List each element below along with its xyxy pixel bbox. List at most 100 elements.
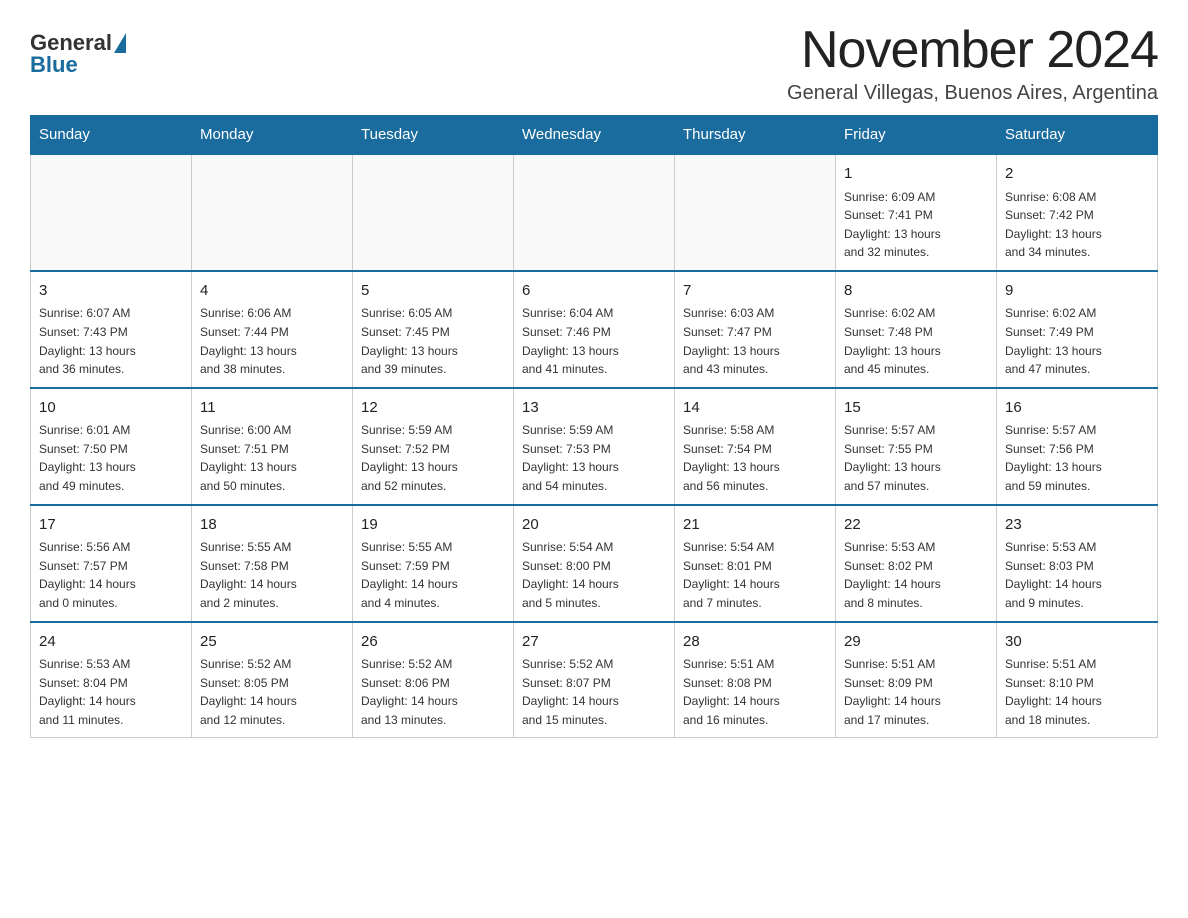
day-info: Sunrise: 5:53 AM Sunset: 8:04 PM Dayligh… (39, 655, 183, 729)
calendar-week-row: 10Sunrise: 6:01 AM Sunset: 7:50 PM Dayli… (31, 388, 1158, 505)
calendar-cell: 22Sunrise: 5:53 AM Sunset: 8:02 PM Dayli… (836, 505, 997, 622)
day-number: 19 (361, 514, 505, 537)
calendar-cell: 4Sunrise: 6:06 AM Sunset: 7:44 PM Daylig… (192, 271, 353, 388)
calendar-cell: 21Sunrise: 5:54 AM Sunset: 8:01 PM Dayli… (675, 505, 836, 622)
day-number: 3 (39, 280, 183, 303)
calendar-cell: 29Sunrise: 5:51 AM Sunset: 8:09 PM Dayli… (836, 622, 997, 738)
day-info: Sunrise: 5:53 AM Sunset: 8:02 PM Dayligh… (844, 538, 988, 612)
calendar-cell (192, 154, 353, 271)
calendar-cell: 10Sunrise: 6:01 AM Sunset: 7:50 PM Dayli… (31, 388, 192, 505)
day-number: 4 (200, 280, 344, 303)
calendar-cell: 24Sunrise: 5:53 AM Sunset: 8:04 PM Dayli… (31, 622, 192, 738)
day-info: Sunrise: 5:55 AM Sunset: 7:58 PM Dayligh… (200, 538, 344, 612)
day-info: Sunrise: 6:05 AM Sunset: 7:45 PM Dayligh… (361, 304, 505, 378)
day-number: 26 (361, 631, 505, 654)
day-number: 8 (844, 280, 988, 303)
day-info: Sunrise: 5:52 AM Sunset: 8:05 PM Dayligh… (200, 655, 344, 729)
calendar-cell: 5Sunrise: 6:05 AM Sunset: 7:45 PM Daylig… (353, 271, 514, 388)
day-number: 2 (1005, 163, 1149, 186)
calendar-cell: 15Sunrise: 5:57 AM Sunset: 7:55 PM Dayli… (836, 388, 997, 505)
day-number: 27 (522, 631, 666, 654)
day-info: Sunrise: 5:52 AM Sunset: 8:06 PM Dayligh… (361, 655, 505, 729)
day-info: Sunrise: 5:57 AM Sunset: 7:56 PM Dayligh… (1005, 421, 1149, 495)
calendar-cell: 2Sunrise: 6:08 AM Sunset: 7:42 PM Daylig… (997, 154, 1158, 271)
day-info: Sunrise: 6:03 AM Sunset: 7:47 PM Dayligh… (683, 304, 827, 378)
day-info: Sunrise: 5:58 AM Sunset: 7:54 PM Dayligh… (683, 421, 827, 495)
day-info: Sunrise: 5:53 AM Sunset: 8:03 PM Dayligh… (1005, 538, 1149, 612)
day-number: 1 (844, 163, 988, 186)
day-info: Sunrise: 5:51 AM Sunset: 8:08 PM Dayligh… (683, 655, 827, 729)
calendar-cell: 8Sunrise: 6:02 AM Sunset: 7:48 PM Daylig… (836, 271, 997, 388)
calendar-cell: 11Sunrise: 6:00 AM Sunset: 7:51 PM Dayli… (192, 388, 353, 505)
calendar-header-friday: Friday (836, 116, 997, 155)
day-number: 16 (1005, 397, 1149, 420)
calendar-week-row: 1Sunrise: 6:09 AM Sunset: 7:41 PM Daylig… (31, 154, 1158, 271)
day-number: 20 (522, 514, 666, 537)
title-block: November 2024 General Villegas, Buenos A… (787, 20, 1158, 105)
day-number: 30 (1005, 631, 1149, 654)
calendar-cell: 18Sunrise: 5:55 AM Sunset: 7:58 PM Dayli… (192, 505, 353, 622)
day-info: Sunrise: 5:52 AM Sunset: 8:07 PM Dayligh… (522, 655, 666, 729)
day-number: 23 (1005, 514, 1149, 537)
day-info: Sunrise: 5:55 AM Sunset: 7:59 PM Dayligh… (361, 538, 505, 612)
day-number: 7 (683, 280, 827, 303)
day-info: Sunrise: 6:06 AM Sunset: 7:44 PM Dayligh… (200, 304, 344, 378)
day-number: 5 (361, 280, 505, 303)
calendar-header-sunday: Sunday (31, 116, 192, 155)
calendar-cell: 27Sunrise: 5:52 AM Sunset: 8:07 PM Dayli… (514, 622, 675, 738)
day-number: 10 (39, 397, 183, 420)
calendar-cell (514, 154, 675, 271)
day-info: Sunrise: 5:57 AM Sunset: 7:55 PM Dayligh… (844, 421, 988, 495)
page-header: General Blue November 2024 General Ville… (30, 20, 1158, 105)
main-title: November 2024 (787, 20, 1158, 80)
calendar-cell: 13Sunrise: 5:59 AM Sunset: 7:53 PM Dayli… (514, 388, 675, 505)
day-number: 17 (39, 514, 183, 537)
day-number: 14 (683, 397, 827, 420)
calendar-table: SundayMondayTuesdayWednesdayThursdayFrid… (30, 115, 1158, 738)
calendar-cell: 17Sunrise: 5:56 AM Sunset: 7:57 PM Dayli… (31, 505, 192, 622)
calendar-header-thursday: Thursday (675, 116, 836, 155)
logo-triangle-icon (114, 33, 126, 53)
day-info: Sunrise: 6:00 AM Sunset: 7:51 PM Dayligh… (200, 421, 344, 495)
day-number: 24 (39, 631, 183, 654)
day-info: Sunrise: 6:08 AM Sunset: 7:42 PM Dayligh… (1005, 188, 1149, 262)
day-number: 29 (844, 631, 988, 654)
calendar-cell: 23Sunrise: 5:53 AM Sunset: 8:03 PM Dayli… (997, 505, 1158, 622)
day-info: Sunrise: 5:56 AM Sunset: 7:57 PM Dayligh… (39, 538, 183, 612)
day-info: Sunrise: 6:04 AM Sunset: 7:46 PM Dayligh… (522, 304, 666, 378)
calendar-cell: 14Sunrise: 5:58 AM Sunset: 7:54 PM Dayli… (675, 388, 836, 505)
calendar-cell: 16Sunrise: 5:57 AM Sunset: 7:56 PM Dayli… (997, 388, 1158, 505)
calendar-header-saturday: Saturday (997, 116, 1158, 155)
day-info: Sunrise: 6:02 AM Sunset: 7:48 PM Dayligh… (844, 304, 988, 378)
calendar-cell: 6Sunrise: 6:04 AM Sunset: 7:46 PM Daylig… (514, 271, 675, 388)
day-number: 22 (844, 514, 988, 537)
calendar-cell (675, 154, 836, 271)
calendar-cell: 12Sunrise: 5:59 AM Sunset: 7:52 PM Dayli… (353, 388, 514, 505)
calendar-cell: 7Sunrise: 6:03 AM Sunset: 7:47 PM Daylig… (675, 271, 836, 388)
day-number: 28 (683, 631, 827, 654)
day-info: Sunrise: 5:59 AM Sunset: 7:52 PM Dayligh… (361, 421, 505, 495)
calendar-cell: 30Sunrise: 5:51 AM Sunset: 8:10 PM Dayli… (997, 622, 1158, 738)
calendar-cell: 9Sunrise: 6:02 AM Sunset: 7:49 PM Daylig… (997, 271, 1158, 388)
day-info: Sunrise: 5:51 AM Sunset: 8:10 PM Dayligh… (1005, 655, 1149, 729)
subtitle: General Villegas, Buenos Aires, Argentin… (787, 82, 1158, 105)
day-info: Sunrise: 5:54 AM Sunset: 8:01 PM Dayligh… (683, 538, 827, 612)
calendar-cell: 19Sunrise: 5:55 AM Sunset: 7:59 PM Dayli… (353, 505, 514, 622)
calendar-header-wednesday: Wednesday (514, 116, 675, 155)
calendar-cell: 25Sunrise: 5:52 AM Sunset: 8:05 PM Dayli… (192, 622, 353, 738)
day-number: 11 (200, 397, 344, 420)
day-info: Sunrise: 6:01 AM Sunset: 7:50 PM Dayligh… (39, 421, 183, 495)
day-info: Sunrise: 6:02 AM Sunset: 7:49 PM Dayligh… (1005, 304, 1149, 378)
calendar-cell: 20Sunrise: 5:54 AM Sunset: 8:00 PM Dayli… (514, 505, 675, 622)
calendar-header-monday: Monday (192, 116, 353, 155)
day-number: 13 (522, 397, 666, 420)
day-number: 18 (200, 514, 344, 537)
day-info: Sunrise: 6:07 AM Sunset: 7:43 PM Dayligh… (39, 304, 183, 378)
calendar-header-row: SundayMondayTuesdayWednesdayThursdayFrid… (31, 116, 1158, 155)
day-number: 15 (844, 397, 988, 420)
day-number: 21 (683, 514, 827, 537)
day-number: 25 (200, 631, 344, 654)
calendar-week-row: 3Sunrise: 6:07 AM Sunset: 7:43 PM Daylig… (31, 271, 1158, 388)
calendar-cell (353, 154, 514, 271)
calendar-cell: 3Sunrise: 6:07 AM Sunset: 7:43 PM Daylig… (31, 271, 192, 388)
